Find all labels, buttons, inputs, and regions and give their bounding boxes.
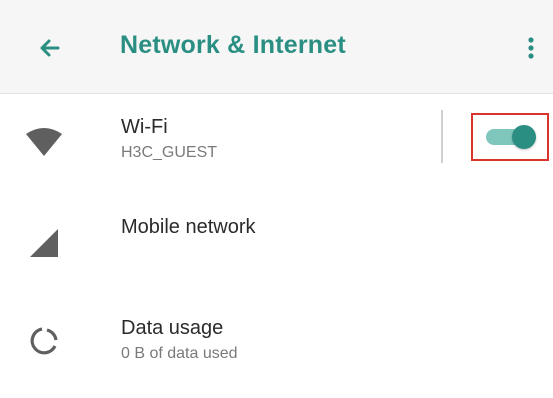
data-usage-label: Data usage bbox=[121, 317, 224, 339]
more-vert-icon bbox=[528, 37, 534, 59]
wifi-icon bbox=[26, 128, 62, 156]
back-button[interactable] bbox=[32, 30, 68, 66]
data-usage-summary: 0 B of data used bbox=[121, 345, 238, 362]
wifi-text: Wi-Fi H3C_GUEST bbox=[121, 114, 217, 164]
data-usage-item[interactable]: Data usage 0 B of data used bbox=[0, 293, 553, 398]
arrow-back-icon bbox=[40, 39, 60, 57]
mobile-network-text: Mobile network bbox=[121, 214, 256, 240]
toggle-thumb bbox=[512, 125, 536, 149]
wifi-toggle[interactable] bbox=[484, 122, 540, 152]
wifi-item[interactable]: Wi-Fi H3C_GUEST bbox=[0, 95, 553, 193]
app-bar: Network & Internet bbox=[0, 0, 553, 94]
wifi-network-name: H3C_GUEST bbox=[121, 144, 218, 161]
divider bbox=[441, 110, 443, 163]
cellular-signal-icon bbox=[30, 229, 58, 257]
page-title: Network & Internet bbox=[120, 31, 346, 59]
data-usage-icon bbox=[30, 327, 58, 355]
mobile-network-label: Mobile network bbox=[121, 216, 256, 238]
wifi-label: Wi-Fi bbox=[121, 116, 168, 138]
more-options-button[interactable] bbox=[518, 30, 544, 66]
data-usage-text: Data usage 0 B of data used bbox=[121, 315, 238, 365]
mobile-network-item[interactable]: Mobile network bbox=[0, 193, 553, 293]
